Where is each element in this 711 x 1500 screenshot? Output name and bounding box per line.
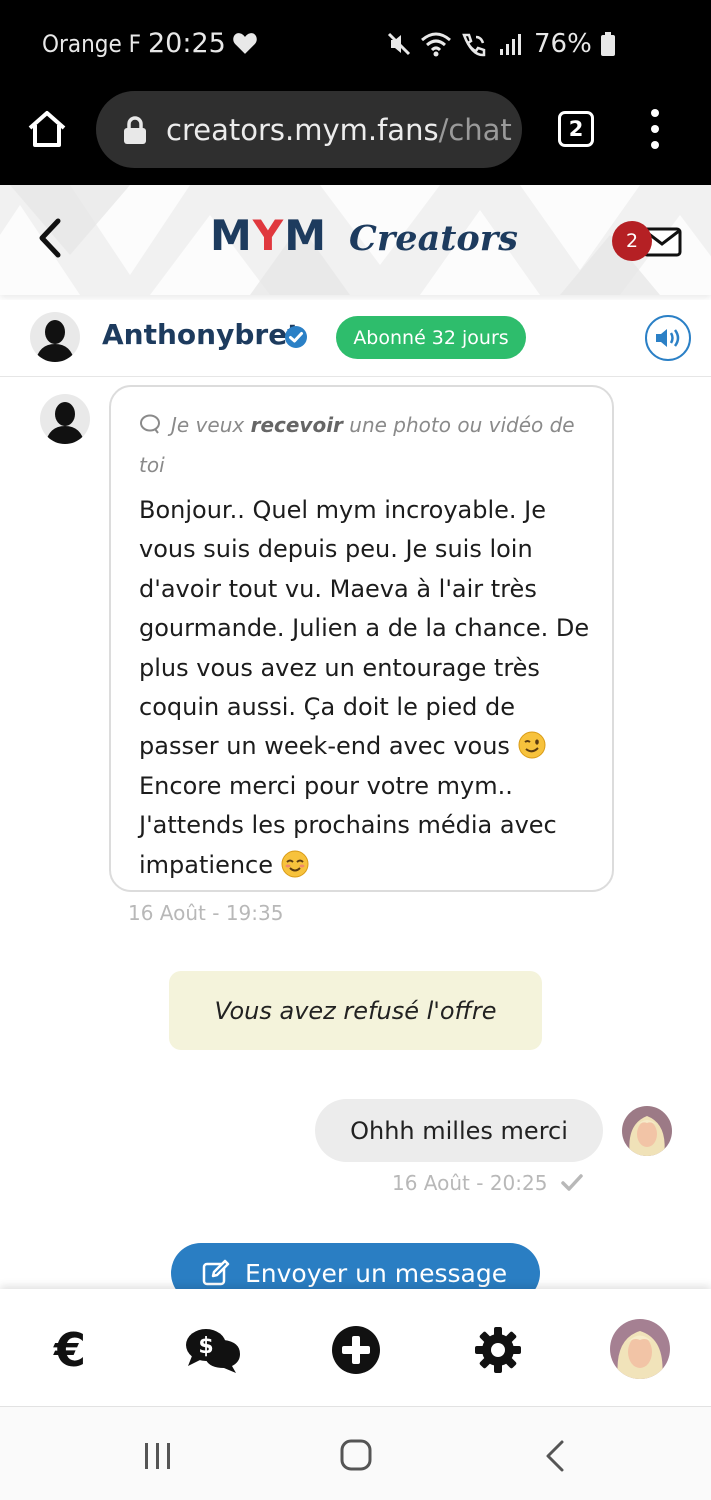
add-circle-icon[interactable]	[326, 1325, 386, 1375]
browser-toolbar: creators.mym.fans/chat 2	[0, 90, 711, 185]
outgoing-message-bubble: Ohhh milles merci	[315, 1099, 603, 1162]
unread-badge: 2	[612, 221, 652, 261]
heart-icon	[233, 33, 257, 54]
sender-avatar[interactable]	[40, 394, 90, 444]
wifi-icon	[421, 32, 451, 57]
message-text-part1: Bonjour.. Quel mym incroyable. Je vous s…	[139, 496, 590, 761]
url-path: /chat	[438, 112, 512, 147]
outgoing-timestamp: 16 Août - 20:25	[392, 1171, 548, 1195]
app-header: MYM Creators 2	[0, 185, 711, 295]
mute-icon	[387, 32, 411, 56]
recent-apps-icon[interactable]	[142, 1441, 174, 1471]
message-text-part2: Encore merci pour votre mym.. J'attends …	[139, 771, 557, 879]
my-avatar[interactable]	[622, 1106, 672, 1156]
profile-avatar[interactable]	[610, 1319, 670, 1379]
browser-menu-icon[interactable]	[646, 109, 664, 149]
wifi-calling-icon	[462, 33, 486, 57]
messages-button[interactable]: 2	[612, 221, 687, 265]
status-icons: 76%	[386, 29, 616, 59]
battery-level: 76%	[534, 29, 592, 59]
carrier-name: Orange F	[42, 30, 142, 58]
contact-avatar[interactable]	[30, 312, 80, 362]
contact-bar: Anthonybret Abonné 32 jours	[0, 300, 711, 377]
contact-name[interactable]: Anthonybret	[102, 318, 301, 351]
settings-gear-icon[interactable]	[468, 1325, 528, 1375]
content-request-line: Je veux recevoir une photo ou vidéo de t…	[139, 405, 592, 485]
volume-icon	[656, 329, 680, 347]
request-prefix: Je veux	[171, 413, 251, 437]
address-bar[interactable]: creators.mym.fans/chat	[96, 91, 522, 168]
bottom-navigation: € $	[0, 1289, 711, 1406]
back-icon[interactable]	[544, 1439, 566, 1473]
svg-text:$: $	[198, 1334, 213, 1359]
send-message-label: Envoyer un message	[245, 1258, 508, 1288]
home-icon[interactable]	[340, 1439, 372, 1471]
subscription-badge: Abonné 32 jours	[336, 316, 526, 359]
money-chat-icon[interactable]: $	[183, 1325, 243, 1375]
signal-icon	[500, 34, 521, 55]
request-emphasis: recevoir	[250, 413, 343, 437]
wink-emoji-icon	[518, 731, 546, 759]
url-text: creators.mym.fans/chat	[166, 113, 512, 147]
incoming-timestamp: 16 Août - 19:35	[128, 901, 284, 925]
verified-badge-icon	[285, 326, 307, 348]
incoming-message-bubble: Je veux recevoir une photo ou vidéo de t…	[109, 385, 614, 892]
mym-creators-logo[interactable]: MYM Creators	[210, 211, 518, 260]
check-icon	[561, 1174, 583, 1191]
back-chevron-icon[interactable]	[34, 217, 64, 259]
battery-icon	[600, 32, 615, 56]
speech-bubble-icon	[140, 414, 160, 434]
sound-toggle-button[interactable]	[645, 315, 691, 361]
tab-switcher-button[interactable]: 2	[558, 111, 594, 147]
lock-icon	[124, 115, 146, 144]
url-host: creators.mym.fans	[166, 112, 439, 147]
home-icon[interactable]	[26, 108, 68, 150]
offer-status-notice: Vous avez refusé l'offre	[169, 971, 542, 1050]
status-bar: Orange F 20:25 76%	[0, 0, 711, 90]
euro-icon[interactable]: €	[40, 1323, 100, 1377]
edit-icon	[202, 1259, 230, 1286]
chat-thread[interactable]: Je veux recevoir une photo ou vidéo de t…	[0, 377, 711, 1303]
clock: 20:25	[148, 28, 226, 59]
system-navigation-bar	[0, 1406, 711, 1500]
incoming-message-text: Bonjour.. Quel mym incroyable. Je vous s…	[139, 491, 592, 885]
logo-creators-text: Creators	[349, 218, 518, 259]
smiling-blush-emoji-icon	[281, 850, 309, 878]
logo-mym-text: MYM	[210, 211, 328, 260]
